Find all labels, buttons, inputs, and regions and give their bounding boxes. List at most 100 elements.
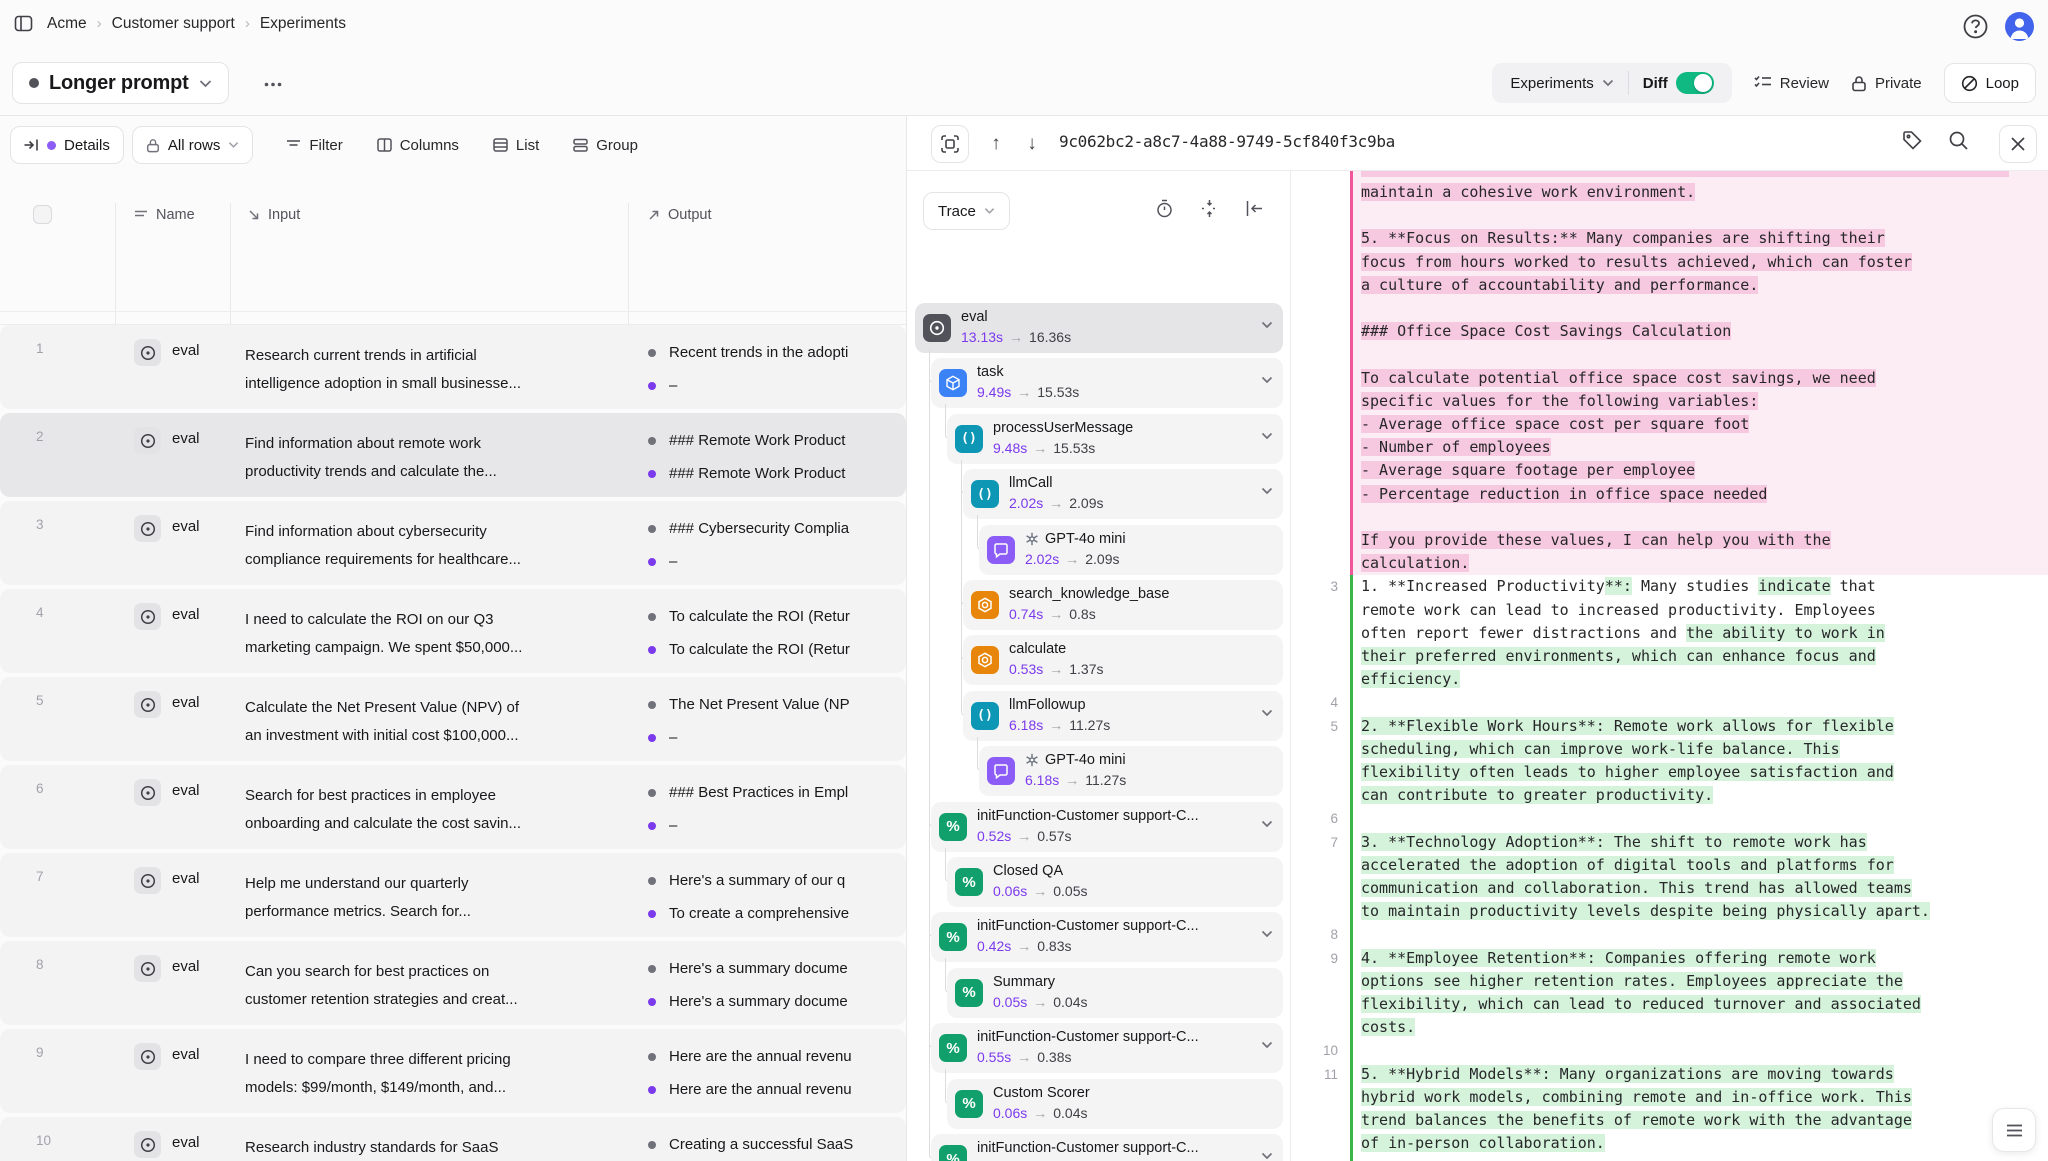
trace-span-initfunction-customer-support-c-[interactable]: % initFunction-Customer support-C... 0.4…	[931, 912, 1283, 962]
trace-span-llmfollowup[interactable]: () llmFollowup 6.18s→11.27s	[963, 691, 1283, 741]
table-row[interactable]: 2 eval Find information about remote wor…	[0, 413, 906, 497]
span-name: processUserMessage	[993, 420, 1133, 436]
filter-button[interactable]: Filter	[273, 126, 355, 164]
trace-span-eval[interactable]: eval 13.13s→16.36s	[915, 303, 1283, 353]
table-row[interactable]: 8 eval Can you search for best practices…	[0, 941, 906, 1025]
diff-toggle[interactable]	[1676, 72, 1714, 94]
diff-removed-line: - Average square footage per employee	[1353, 459, 2048, 482]
column-header-name[interactable]: Name	[134, 207, 195, 223]
list-button[interactable]: List	[480, 126, 552, 164]
trace-span-custom-scorer[interactable]: % Custom Scorer 0.06s→0.04s	[947, 1079, 1283, 1129]
trace-span-calculate[interactable]: calculate 0.53s→1.37s	[963, 635, 1283, 685]
rows-filter-dropdown[interactable]: All rows	[132, 126, 254, 164]
chevron-down-icon[interactable]	[1261, 1152, 1273, 1160]
more-options-button[interactable]	[258, 72, 288, 96]
details-button[interactable]: Details	[10, 126, 124, 164]
collapse-left-icon[interactable]	[1245, 199, 1264, 218]
eval-record-icon	[134, 339, 161, 366]
review-button[interactable]: Review	[1754, 75, 1829, 92]
experiment-status-dot	[29, 78, 39, 88]
group-button[interactable]: Group	[560, 126, 651, 164]
trace-span-search-knowledge-base[interactable]: search_knowledge_base 0.74s→0.8s	[963, 580, 1283, 630]
details-status-dot	[47, 141, 56, 150]
diff-line-number: 4	[1292, 691, 1338, 714]
diff-line-number: 6	[1292, 807, 1338, 830]
chevron-down-icon[interactable]	[1261, 321, 1273, 329]
score-span-icon: %	[955, 868, 983, 896]
trace-tree-pane: Trace eval 13.13s→16.36s task 9.49s→15.5…	[907, 171, 1291, 1161]
trace-span-gpt-4o-mini[interactable]: GPT-4o mini 2.02s→2.09s	[979, 525, 1283, 575]
row-name: eval	[172, 518, 200, 535]
columns-button[interactable]: Columns	[364, 126, 472, 164]
chevron-down-icon[interactable]	[1261, 1041, 1273, 1049]
search-icon[interactable]	[1948, 130, 1969, 151]
current-experiment-dot	[648, 646, 656, 654]
diff-added-line: accelerated the adoption of digital tool…	[1353, 854, 2048, 877]
private-button[interactable]: Private	[1851, 75, 1922, 92]
timing-icon[interactable]	[1155, 199, 1174, 218]
tag-icon[interactable]	[1902, 130, 1923, 151]
current-experiment-dot	[648, 382, 656, 390]
align-center-icon[interactable]	[1200, 199, 1219, 218]
comparison-control: Experiments Diff	[1492, 63, 1731, 103]
diff-added-line: scheduling, which can improve work-life …	[1353, 738, 2048, 761]
table-row[interactable]: 5 eval Calculate the Net Present Value (…	[0, 677, 906, 761]
breadcrumb-section[interactable]: Experiments	[260, 15, 346, 33]
loop-button[interactable]: Loop	[1944, 63, 2036, 103]
input-cell: Calculate the Net Present Value (NPV) of…	[245, 694, 617, 750]
row-number: 2	[36, 429, 44, 444]
trace-span-initfunction-customer-support-c-[interactable]: % initFunction-Customer support-C... 3.6…	[931, 1134, 1283, 1161]
table-row[interactable]: 9 eval I need to compare three different…	[0, 1029, 906, 1113]
sidebar-toggle-icon[interactable]	[14, 14, 33, 33]
table-row[interactable]: 6 eval Search for best practices in empl…	[0, 765, 906, 849]
chevron-down-icon[interactable]	[1261, 709, 1273, 717]
help-icon[interactable]	[1962, 13, 1989, 40]
close-panel-button[interactable]	[1999, 125, 2037, 163]
trace-span-initfunction-customer-support-c-[interactable]: % initFunction-Customer support-C... 0.5…	[931, 1023, 1283, 1073]
next-row-button[interactable]: ↓	[1015, 125, 1049, 163]
output-value: –	[648, 553, 898, 570]
breadcrumb-bar: Acme › Customer support › Experiments	[0, 0, 2048, 56]
results-table-pane: Details All rows Filter Columns List	[0, 116, 906, 1161]
table-row[interactable]: 10 eval Research industry standards for …	[0, 1117, 906, 1161]
column-header-input[interactable]: Input	[248, 207, 300, 223]
span-name: initFunction-Customer support-C...	[977, 918, 1199, 934]
trace-span-summary[interactable]: % Summary 0.05s→0.04s	[947, 968, 1283, 1018]
eval-span-icon	[923, 314, 951, 342]
diff-line-number: 10	[1292, 1039, 1338, 1062]
trace-span-initfunction-customer-support-c-[interactable]: % initFunction-Customer support-C... 0.5…	[931, 802, 1283, 852]
diff-added-line: efficiency.	[1353, 668, 2048, 691]
trace-view-dropdown[interactable]: Trace	[923, 192, 1010, 230]
table-row[interactable]: 7 eval Help me understand our quarterlyp…	[0, 853, 906, 937]
columns-icon	[377, 138, 392, 152]
trace-span-gpt-4o-mini[interactable]: GPT-4o mini 6.18s→11.27s	[979, 746, 1283, 796]
eval-record-icon	[134, 1131, 161, 1158]
span-durations: 9.49s→15.53s	[977, 384, 1079, 400]
trace-span-llmcall[interactable]: () llmCall 2.02s→2.09s	[963, 469, 1283, 519]
table-row[interactable]: 3 eval Find information about cybersecur…	[0, 501, 906, 585]
row-name: eval	[172, 958, 200, 975]
chevron-down-icon[interactable]	[1261, 820, 1273, 828]
expand-trace-button[interactable]	[931, 125, 969, 163]
trace-span-processusermessage[interactable]: () processUserMessage 9.48s→15.53s	[947, 414, 1283, 464]
chevron-down-icon[interactable]	[1261, 376, 1273, 384]
breadcrumb-org[interactable]: Acme	[47, 15, 87, 33]
previous-row-button[interactable]: ↑	[979, 125, 1013, 163]
column-header-output[interactable]: Output	[648, 207, 712, 223]
diff-added-line	[1353, 1039, 2048, 1062]
table-row[interactable]: 1 eval Research current trends in artifi…	[0, 325, 906, 409]
trace-span-task[interactable]: task 9.49s→15.53s	[931, 358, 1283, 408]
chevron-down-icon[interactable]	[1261, 432, 1273, 440]
table-row[interactable]: 4 eval I need to calculate the ROI on ou…	[0, 589, 906, 673]
comparison-dropdown[interactable]: Experiments	[1496, 63, 1627, 103]
diff-line-number: 11	[1292, 1063, 1338, 1086]
comparison-experiment-dot	[648, 525, 656, 533]
experiment-selector[interactable]: Longer prompt	[12, 62, 229, 104]
select-all-checkbox[interactable]	[33, 205, 52, 224]
trace-span-closed-qa[interactable]: % Closed QA 0.06s→0.05s	[947, 857, 1283, 907]
log-view-button[interactable]	[1992, 1108, 2036, 1152]
avatar[interactable]	[2005, 12, 2034, 41]
chevron-down-icon[interactable]	[1261, 930, 1273, 938]
breadcrumb-project[interactable]: Customer support	[112, 15, 235, 33]
chevron-down-icon[interactable]	[1261, 487, 1273, 495]
